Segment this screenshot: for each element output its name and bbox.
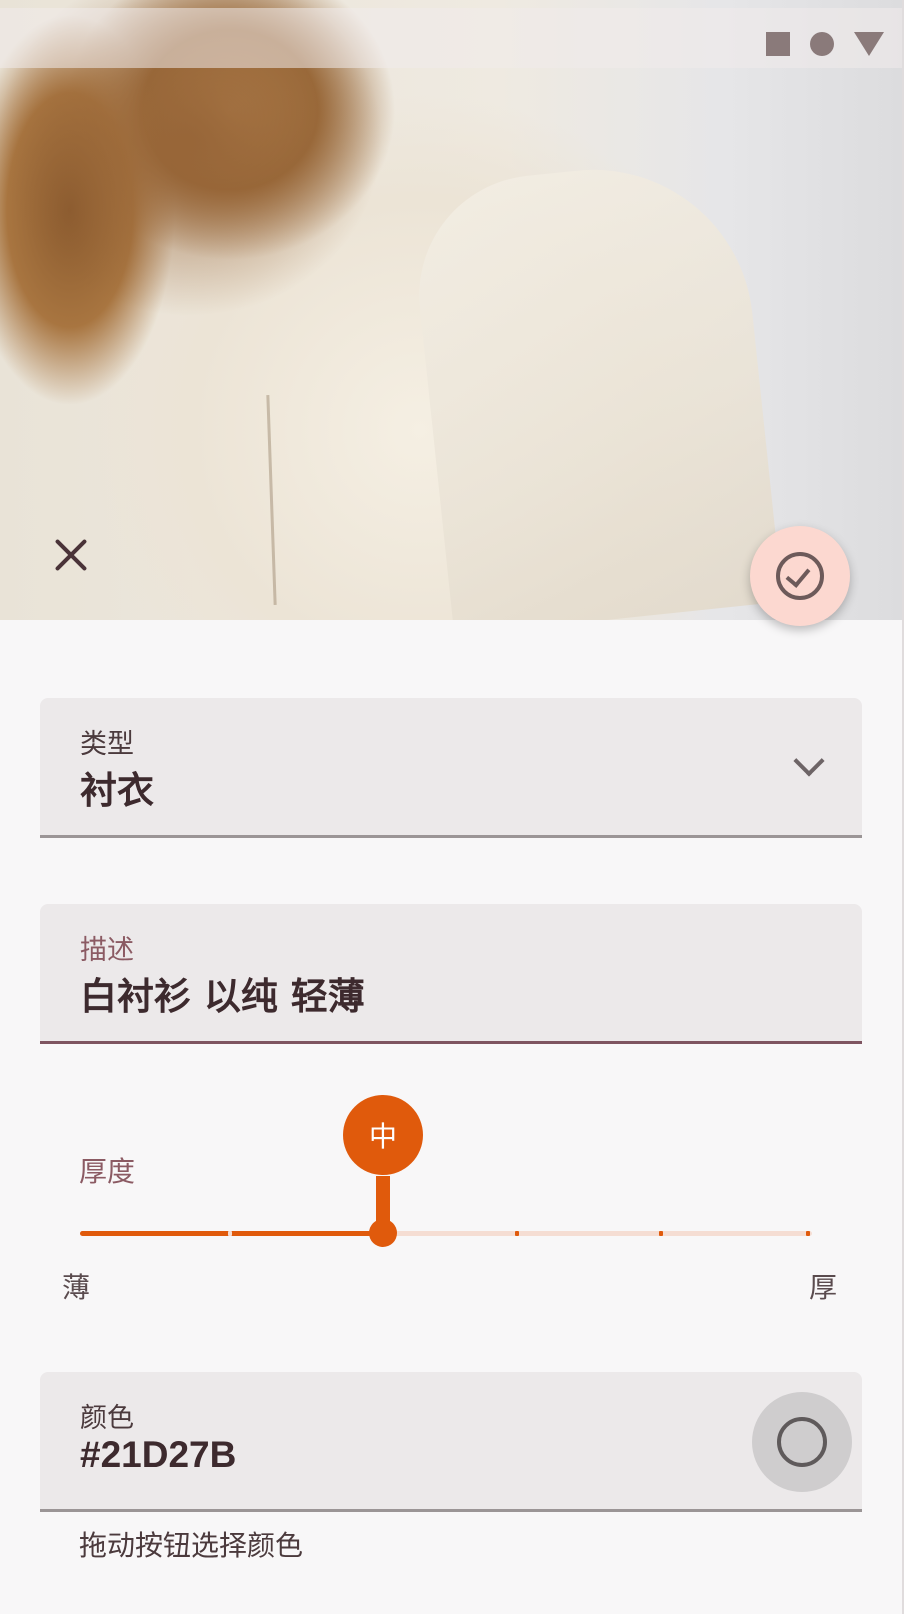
- type-dropdown[interactable]: 类型 衬衣: [40, 698, 862, 838]
- slider-tick: [228, 1231, 232, 1236]
- confirm-button[interactable]: [750, 526, 850, 626]
- type-value: 衬衣: [80, 769, 154, 812]
- triangle-icon: [854, 32, 884, 56]
- circle-outline-icon: [777, 1417, 827, 1467]
- color-picker-button[interactable]: [752, 1392, 852, 1492]
- slider-value: 中: [368, 1120, 397, 1153]
- slider-tick: [515, 1231, 519, 1236]
- slider-thumb[interactable]: [369, 1219, 397, 1247]
- check-circle-icon: [776, 552, 824, 600]
- color-field[interactable]: 颜色 #21D27B: [40, 1372, 862, 1512]
- slider-value-indicator: 中: [343, 1095, 423, 1175]
- color-helper-text: 拖动按钮选择颜色: [79, 1529, 304, 1562]
- slider-min-label: 薄: [62, 1271, 91, 1304]
- garment-photo: [0, 0, 904, 620]
- slider-max-label: 厚: [809, 1271, 838, 1304]
- description-label: 描述: [80, 935, 134, 966]
- status-bar: [0, 8, 904, 68]
- description-underline: [40, 1041, 862, 1044]
- circle-icon: [810, 32, 834, 56]
- slider-tick: [806, 1231, 810, 1236]
- square-icon: [766, 32, 790, 56]
- thickness-label: 厚度: [79, 1155, 136, 1188]
- close-icon[interactable]: [46, 530, 96, 580]
- slider-tick: [659, 1231, 663, 1236]
- type-underline: [40, 835, 862, 838]
- description-value[interactable]: 白衬衫 以纯 轻薄: [80, 966, 365, 1020]
- chevron-down-icon[interactable]: [793, 745, 825, 777]
- shirt-shape: [407, 153, 783, 620]
- status-icons: [766, 32, 884, 56]
- slider-pin-stem: [376, 1176, 390, 1224]
- color-value[interactable]: #21D27B: [80, 1434, 236, 1476]
- color-underline: [40, 1509, 862, 1512]
- description-field[interactable]: 描述 白衬衫 以纯 轻薄: [40, 904, 862, 1044]
- color-label: 颜色: [80, 1403, 134, 1434]
- type-label: 类型: [80, 729, 134, 760]
